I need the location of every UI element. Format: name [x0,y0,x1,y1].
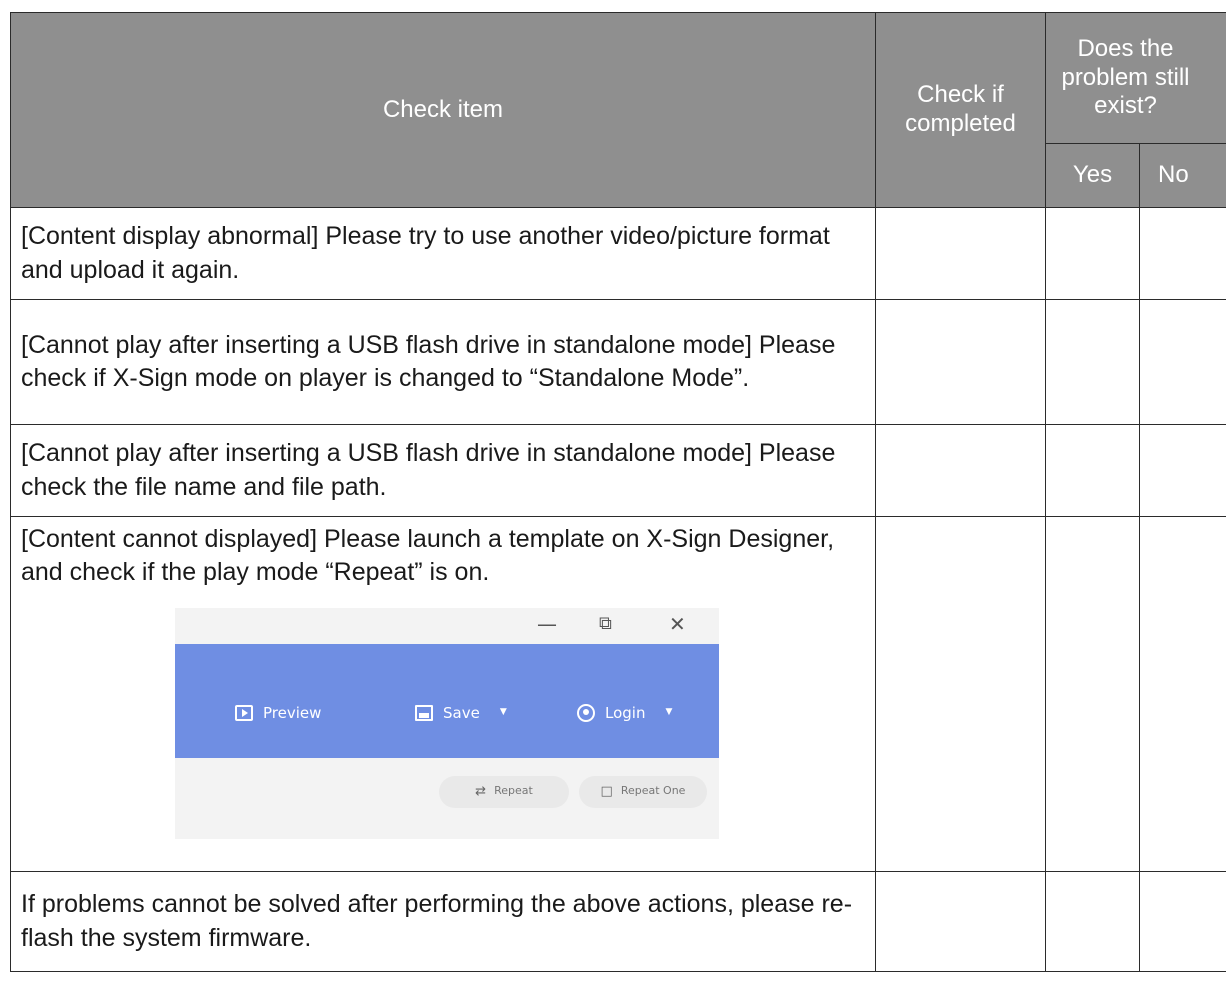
check-item-text: [Cannot play after inserting a USB flash… [10,299,876,425]
check-item-text: [Content cannot displayed] Please launch… [21,525,835,587]
save-icon [415,705,433,722]
header-check-if-completed-label: Check if completed [905,81,1016,137]
header-still-exist-label: Does the problem still exist? [1061,34,1190,120]
no-cell[interactable] [1139,424,1226,517]
minimize-icon[interactable]: — [537,614,557,634]
chevron-down-icon: ▼ [665,707,673,718]
no-cell[interactable] [1139,207,1226,300]
yes-cell[interactable] [1045,207,1140,300]
no-cell[interactable] [1139,516,1226,872]
repeat-button[interactable]: ⇄ Repeat [439,775,569,808]
completed-cell[interactable] [875,424,1046,517]
preview-button[interactable]: Preview [235,704,321,724]
play-icon [235,705,253,722]
no-cell[interactable] [1139,299,1226,425]
designer-toolbar: Preview Save ▼ Login ▼ [175,643,719,758]
login-label: Login [605,703,646,722]
yes-cell[interactable] [1045,516,1140,872]
yes-cell[interactable] [1045,871,1140,972]
completed-cell[interactable] [875,207,1046,300]
troubleshooting-checklist: Check item Check if completed Does the p… [10,12,1226,972]
designer-screenshot: — ⧉ ✕ Preview Save ▼ Login ▼ ⇄ Repeat □ … [175,607,719,839]
check-item-text: If problems cannot be solved after perfo… [10,871,876,972]
header-still-exist: Does the problem still exist? [1045,12,1226,144]
table-row: If problems cannot be solved after perfo… [10,871,1226,972]
completed-cell[interactable] [875,871,1046,972]
restore-icon[interactable]: ⧉ [599,613,612,634]
repeat-label: Repeat [494,784,533,798]
repeat-one-icon: □ [600,783,613,799]
repeat-icon: ⇄ [475,783,487,799]
completed-cell[interactable] [875,516,1046,872]
login-button[interactable]: Login ▼ [577,704,672,724]
header-check-if-completed: Check if completed [875,12,1046,208]
table-row: [Cannot play after inserting a USB flash… [10,299,1226,425]
header-yes: Yes [1045,143,1140,208]
check-item-cell: [Content cannot displayed] Please launch… [10,516,876,872]
table-row: [Cannot play after inserting a USB flash… [10,424,1226,517]
header-no: No [1139,143,1226,208]
check-item-text: [Content display abnormal] Please try to… [10,207,876,300]
chevron-down-icon: ▼ [499,707,507,718]
yes-cell[interactable] [1045,424,1140,517]
table-row: [Content cannot displayed] Please launch… [10,516,1226,872]
yes-cell[interactable] [1045,299,1140,425]
save-button[interactable]: Save ▼ [415,704,507,724]
completed-cell[interactable] [875,299,1046,425]
check-item-text: [Cannot play after inserting a USB flash… [10,424,876,517]
header-check-item: Check item [10,12,876,208]
close-icon[interactable]: ✕ [669,614,686,634]
no-cell[interactable] [1139,871,1226,972]
table-row: [Content display abnormal] Please try to… [10,207,1226,300]
save-label: Save [443,703,480,722]
user-icon [577,704,595,723]
preview-label: Preview [263,703,322,722]
repeat-one-label: Repeat One [620,784,686,798]
window-controls: — ⧉ ✕ [175,607,719,644]
repeat-one-button[interactable]: □ Repeat One [579,775,707,808]
